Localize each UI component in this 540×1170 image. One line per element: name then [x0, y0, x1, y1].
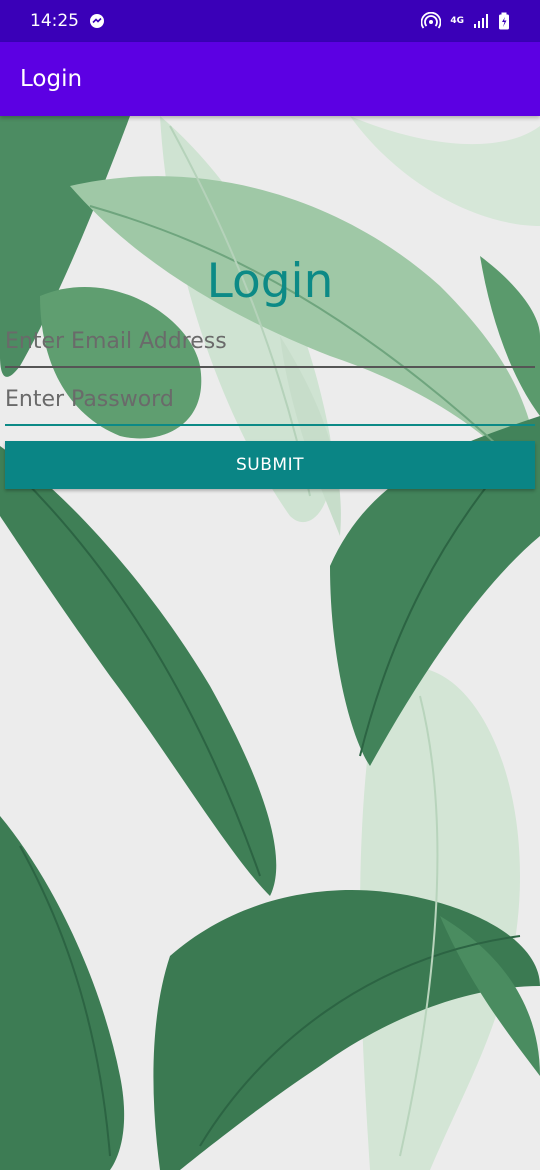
app-bar: Login: [0, 42, 540, 116]
signal-icon: [473, 13, 489, 29]
status-right: 4G: [421, 12, 510, 30]
battery-icon: [498, 12, 510, 30]
messenger-icon: [89, 13, 105, 29]
status-bar: 14:25 4G: [0, 0, 540, 42]
status-time: 14:25: [30, 11, 79, 31]
app-bar-title: Login: [20, 66, 83, 92]
hotspot-icon: [421, 12, 442, 30]
status-left: 14:25: [30, 11, 105, 31]
password-field[interactable]: [5, 380, 535, 426]
submit-button[interactable]: SUBMIT: [5, 441, 535, 489]
email-field[interactable]: [5, 322, 535, 368]
login-form: Login SUBMIT: [0, 116, 540, 1170]
network-type-label: 4G: [450, 15, 464, 26]
login-heading: Login: [206, 254, 334, 309]
